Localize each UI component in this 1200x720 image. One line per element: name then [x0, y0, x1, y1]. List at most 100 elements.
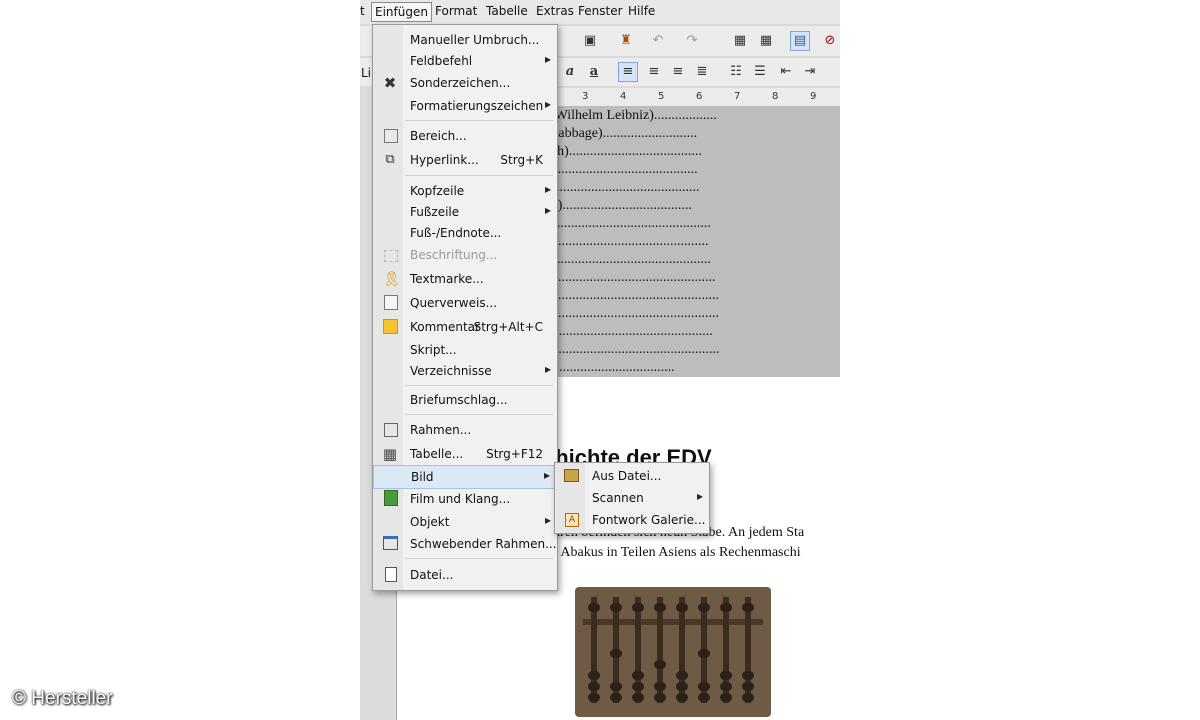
menu-item-manueller-umbruch[interactable]: Manueller Umbruch...: [373, 29, 557, 51]
menu-item-sonderzeichen[interactable]: ✖ Sonderzeichen...: [373, 72, 557, 94]
insert-table-icon[interactable]: ▦: [732, 33, 748, 49]
menu-format[interactable]: Format: [435, 4, 477, 18]
table-icon: ▦: [382, 445, 398, 463]
menu-item-label: Sonderzeichen...: [410, 76, 511, 90]
menu-item-briefumschlag[interactable]: Briefumschlag...: [373, 389, 557, 411]
section-icon: [384, 129, 398, 143]
menu-item-bild[interactable]: Bild ▸: [373, 465, 557, 489]
submenu-arrow-icon: ▸: [544, 513, 551, 527]
file-icon: [385, 567, 397, 582]
menu-item-label: Kommentar: [410, 320, 480, 334]
menu-item-label: Bereich...: [410, 129, 467, 143]
special-char-icon: ✖: [383, 74, 397, 92]
justify-icon[interactable]: ≣: [694, 64, 710, 80]
menu-item-label: Formatierungszeichen: [410, 99, 544, 113]
einfuegen-menu: Manueller Umbruch... Feldbefehl ▸ ✖ Sond…: [372, 24, 558, 591]
menu-item-label: Scannen: [592, 491, 644, 505]
menu-item-querverweis[interactable]: Querverweis...: [373, 292, 557, 314]
menu-fenster[interactable]: Fenster: [578, 4, 623, 18]
menu-item-hyperlink[interactable]: ⧉ Hyperlink... Strg+K: [373, 149, 557, 171]
menu-hilfe[interactable]: Hilfe: [628, 4, 655, 18]
abacus-image[interactable]: [575, 587, 771, 717]
redo-icon[interactable]: ↷: [684, 33, 700, 49]
navigator-icon[interactable]: ▤: [790, 31, 810, 51]
ruler-number: 7: [734, 91, 741, 102]
submenu-arrow-icon: ▸: [543, 468, 550, 482]
menu-item-aus-datei[interactable]: Aus Datei...: [555, 465, 709, 487]
menu-item-formatierungszeichen[interactable]: Formatierungszeichen ▸: [373, 95, 557, 117]
menu-extras[interactable]: Extras: [536, 4, 574, 18]
italic-shadow-icon[interactable]: a: [562, 64, 578, 80]
menu-item-label: Manueller Umbruch...: [410, 33, 540, 47]
menu-item-rahmen[interactable]: Rahmen...: [373, 419, 557, 441]
menu-item-label: Verzeichnisse: [410, 364, 492, 378]
paste-icon[interactable]: ▣: [582, 33, 598, 49]
menu-item-label: Hyperlink...: [410, 153, 479, 167]
menu-item-textmarke[interactable]: 🎗 Textmarke...: [373, 268, 557, 290]
frame-icon: [384, 423, 398, 437]
menu-item-label: Bild: [411, 470, 434, 484]
menu-item-label: Film und Klang...: [410, 492, 511, 506]
menu-item-label: Fontwork Galerie...: [592, 513, 706, 527]
menu-item-label: Skript...: [410, 343, 457, 357]
align-right-icon[interactable]: ≡: [670, 64, 686, 80]
underline-icon[interactable]: a: [586, 64, 602, 80]
menu-item-label: Fußzeile: [410, 205, 460, 219]
insert-table-dropdown-icon[interactable]: ▦: [758, 33, 774, 49]
menu-item-label: Objekt: [410, 515, 450, 529]
menu-item-skript[interactable]: Skript...: [373, 339, 557, 361]
menu-separator: [405, 385, 553, 386]
menu-item-fusszeile[interactable]: Fußzeile ▸: [373, 201, 557, 223]
menu-item-label: Beschriftung...: [410, 248, 498, 262]
numbered-list-icon[interactable]: ☷: [728, 64, 744, 80]
clear-format-icon[interactable]: ♜: [618, 33, 634, 49]
menu-separator: [405, 175, 553, 176]
menu-item-label: Rahmen...: [410, 423, 472, 437]
caption-icon: [384, 250, 398, 262]
menu-partial-left[interactable]: t: [360, 4, 365, 18]
ruler-number: 5: [658, 91, 665, 102]
menu-item-shortcut: Strg+K: [500, 153, 543, 167]
menu-item-schwebender-rahmen[interactable]: Schwebender Rahmen...: [373, 533, 557, 555]
menu-item-feldbefehl[interactable]: Feldbefehl ▸: [373, 50, 557, 72]
menu-item-fuss-endnote[interactable]: Fuß-/Endnote...: [373, 222, 557, 244]
align-left-icon[interactable]: ≡: [618, 62, 638, 82]
no-entry-icon[interactable]: ⊘: [822, 33, 838, 49]
menu-bar: t Einfügen Format Tabelle Extras Fenster…: [360, 0, 840, 24]
abacus-bar: [583, 619, 763, 625]
bookmark-icon: 🎗: [382, 270, 402, 288]
submenu-arrow-icon: ▸: [544, 52, 551, 66]
menu-item-tabelle[interactable]: ▦ Tabelle... Strg+F12: [373, 443, 557, 465]
menu-item-objekt[interactable]: Objekt ▸: [373, 511, 557, 533]
menu-tabelle[interactable]: Tabelle: [486, 4, 528, 18]
ruler-number: 8: [772, 91, 779, 102]
toolbar-partial-label: Li: [361, 66, 372, 80]
media-icon: [384, 490, 398, 506]
menu-item-label: Fuß-/Endnote...: [410, 226, 502, 240]
menu-item-kommentar[interactable]: Kommentar Strg+Alt+C: [373, 316, 557, 338]
fontwork-icon: A: [565, 513, 579, 527]
menu-item-scannen[interactable]: Scannen ▸: [555, 487, 709, 509]
menu-separator: [405, 558, 553, 559]
menu-item-kopfzeile[interactable]: Kopfzeile ▸: [373, 180, 557, 202]
body-line: r Abakus in Teilen Asiens als Rechenmasc…: [553, 545, 801, 560]
decrease-indent-icon[interactable]: ⇤: [778, 64, 794, 80]
undo-icon[interactable]: ↶: [650, 33, 666, 49]
ruler-number: 3: [582, 91, 589, 102]
menu-item-label: Kopfzeile: [410, 184, 465, 198]
bullet-list-icon[interactable]: ☰: [752, 64, 768, 80]
menu-item-film-und-klang[interactable]: Film und Klang...: [373, 488, 557, 510]
menu-einfuegen[interactable]: Einfügen: [371, 2, 432, 22]
menu-item-verzeichnisse[interactable]: Verzeichnisse ▸: [373, 360, 557, 382]
submenu-arrow-icon: ▸: [544, 362, 551, 376]
menu-item-bereich[interactable]: Bereich...: [373, 125, 557, 147]
align-center-icon[interactable]: ≡: [646, 64, 662, 80]
menu-item-beschriftung: Beschriftung...: [373, 244, 557, 266]
menu-item-label: Datei...: [410, 568, 454, 582]
menu-item-fontwork-galerie[interactable]: A Fontwork Galerie...: [555, 509, 709, 531]
menu-item-label: Tabelle...: [410, 447, 464, 461]
menu-item-datei[interactable]: Datei...: [373, 564, 557, 586]
menu-item-label: Feldbefehl: [410, 54, 473, 68]
increase-indent-icon[interactable]: ⇥: [802, 64, 818, 80]
bild-submenu: Aus Datei... Scannen ▸ A Fontwork Galeri…: [554, 462, 710, 534]
